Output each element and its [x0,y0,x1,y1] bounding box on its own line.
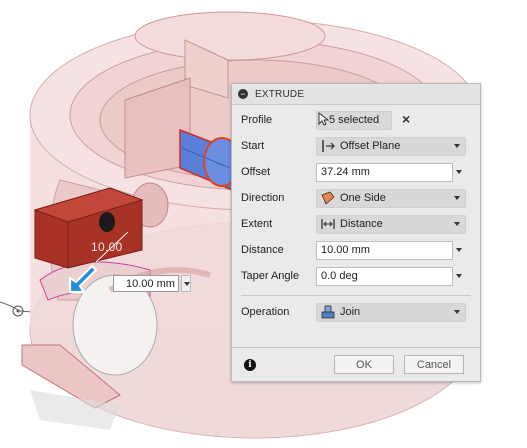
operation-value: Join [340,306,361,318]
chevron-down-icon [454,195,460,200]
profile-value: 5 selected [329,114,380,126]
operation-label: Operation [241,306,290,318]
taper-chevron-down-icon[interactable] [456,274,462,278]
offset-input[interactable]: 37.24 mm [316,162,453,182]
distance-label: Distance [241,244,284,256]
dialog-footer: i OK Cancel [232,347,480,381]
cursor-select-icon [317,111,330,129]
dialog-header[interactable]: − EXTRUDE [232,84,480,105]
distance-input[interactable]: 10.00 mm [316,240,453,260]
profile-selection[interactable]: 5 selected [316,110,392,130]
clear-selection-icon[interactable]: × [402,111,410,127]
start-label: Start [241,140,265,152]
info-icon[interactable]: i [244,359,256,371]
profile-row: Profile 5 selected × [232,109,480,131]
extrude-dialog: − EXTRUDE Profile 5 selected × Start Off… [231,83,481,382]
chevron-down-icon [454,143,460,148]
distance-chevron-down-icon[interactable] [456,248,462,252]
direction-label: Direction [241,192,285,204]
offset-plane-icon [320,139,336,153]
taper-input[interactable]: 0.0 deg [316,266,453,286]
start-dropdown[interactable]: Offset Plane [316,136,466,156]
distance-ghost-label: 10.00 [91,240,123,254]
offset-label: Offset [241,166,271,178]
divider [241,295,471,296]
cancel-button[interactable]: Cancel [404,355,464,374]
join-icon [320,305,336,319]
canvas-distance-field[interactable]: 10.00 mm [113,275,179,292]
extent-label: Extent [241,218,273,230]
direction-row: Direction One Side [232,187,480,209]
direction-dropdown[interactable]: One Side [316,188,466,208]
ok-button[interactable]: OK [334,355,394,374]
profile-label: Profile [241,114,273,126]
canvas-distance-input[interactable]: 10.00 mm [103,274,191,293]
collapse-icon[interactable]: − [238,89,248,99]
offset-chevron-down-icon[interactable] [456,170,462,174]
taper-label: Taper Angle [241,270,300,282]
dialog-title: EXTRUDE [255,88,305,100]
distance-icon [320,217,336,231]
canvas-distance-dropdown[interactable] [181,275,191,292]
chevron-down-icon [454,309,460,314]
extent-dropdown[interactable]: Distance [316,214,466,234]
taper-row: Taper Angle 0.0 deg [232,265,480,287]
offset-row: Offset 37.24 mm [232,161,480,183]
operation-dropdown[interactable]: Join [316,302,466,322]
extent-row: Extent Distance [232,213,480,235]
start-row: Start Offset Plane [232,135,480,157]
distance-row: Distance 10.00 mm [232,239,480,261]
direction-value: One Side [340,192,386,204]
operation-row: Operation Join [232,301,480,323]
chevron-down-icon [454,221,460,226]
extent-value: Distance [340,218,383,230]
start-value: Offset Plane [340,140,401,152]
one-side-icon [320,191,336,205]
